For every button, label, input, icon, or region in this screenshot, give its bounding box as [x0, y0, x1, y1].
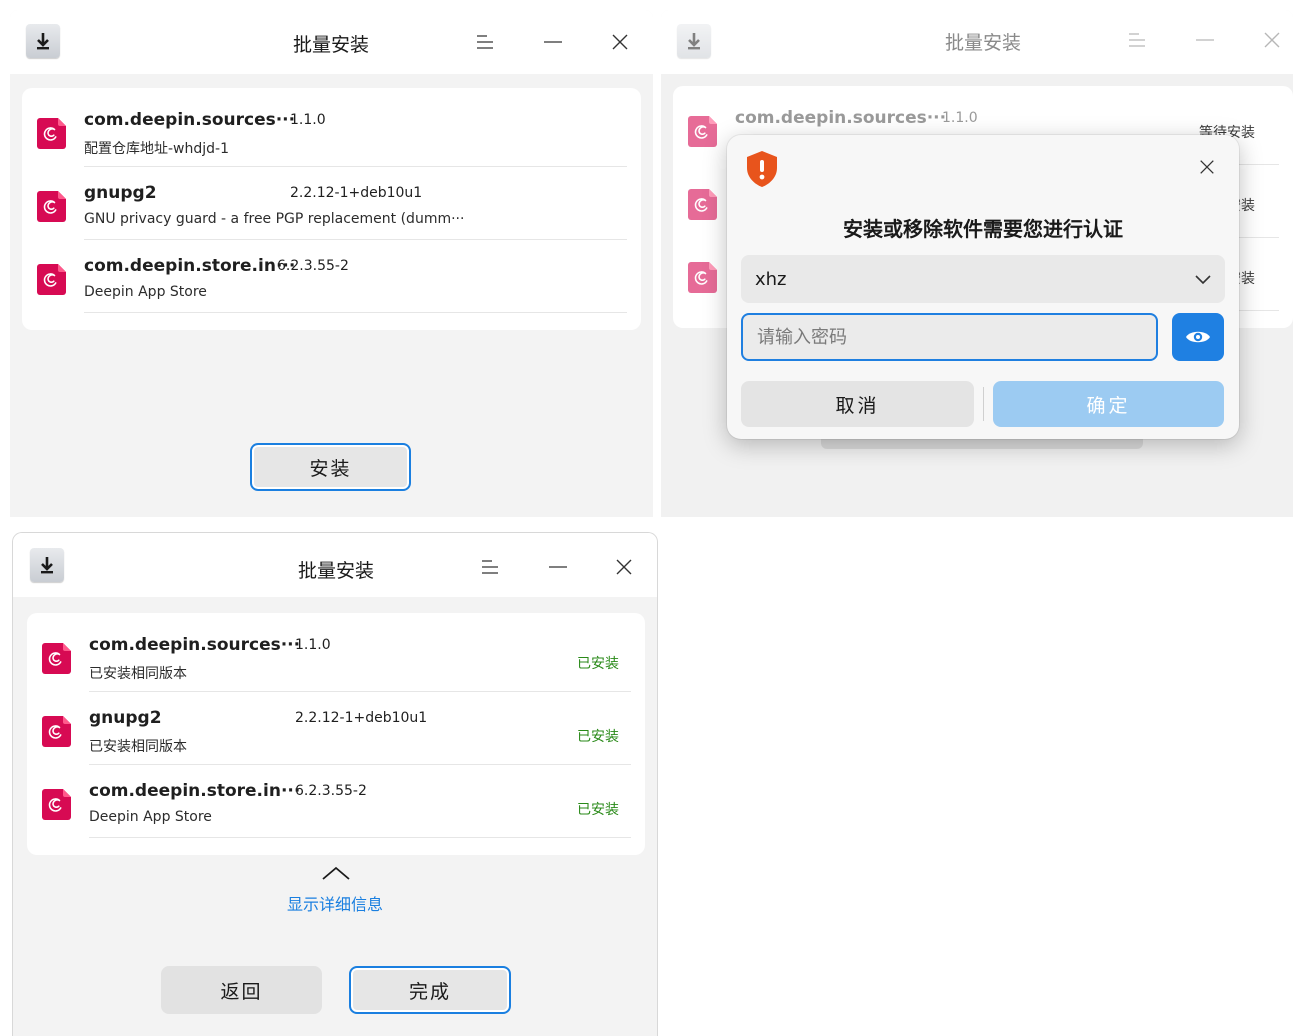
package-name: com.deepin.store.in···: [84, 256, 296, 276]
back-button[interactable]: 返回: [161, 966, 322, 1014]
show-details-link[interactable]: 显示详细信息: [13, 891, 657, 915]
deb-installer-app-icon: [677, 24, 711, 58]
deb-package-icon: [41, 787, 73, 821]
deb-package-icon: [687, 187, 719, 221]
minimize-icon[interactable]: [1187, 22, 1223, 58]
installed-status: 已安装: [577, 656, 619, 672]
package-description: 已安装相同版本: [89, 666, 187, 682]
window-title: 批量安装: [292, 34, 369, 56]
installed-status: 已安装: [577, 802, 619, 818]
divider: [89, 837, 631, 838]
deb-package-icon: [41, 641, 73, 675]
menu-icon[interactable]: [472, 549, 508, 585]
package-list: com.deepin.sources··· 1.1.0 配置仓库地址-whdjd…: [22, 88, 641, 330]
divider: [84, 312, 627, 313]
package-description: Deepin App Store: [89, 809, 212, 825]
password-input[interactable]: [741, 313, 1158, 361]
list-item[interactable]: com.deepin.sources··· 1.1.0 配置仓库地址-whdjd…: [22, 94, 641, 167]
package-description: Deepin App Store: [84, 284, 207, 300]
titlebar: 批量安装: [13, 533, 657, 597]
close-icon[interactable]: [1189, 149, 1225, 185]
done-button[interactable]: 完成: [349, 966, 511, 1014]
package-list: com.deepin.sources··· 1.1.0 已安装相同版本 已安装 …: [27, 613, 645, 855]
installed-status: 已安装: [577, 729, 619, 745]
list-item[interactable]: com.deepin.store.in··· 6.2.3.55-2 Deepin…: [22, 240, 641, 313]
deb-package-icon: [36, 189, 68, 223]
minimize-icon[interactable]: [540, 549, 576, 585]
divider: [983, 387, 984, 421]
list-item[interactable]: gnupg2 2.2.12-1+deb10u1 GNU privacy guar…: [22, 167, 641, 240]
package-version: 6.2.3.55-2: [295, 783, 367, 799]
deb-package-icon: [36, 116, 68, 150]
list-item[interactable]: com.deepin.store.in··· 6.2.3.55-2 Deepin…: [27, 765, 645, 838]
package-version: 1.1.0: [290, 112, 326, 128]
show-password-icon[interactable]: [1172, 313, 1224, 361]
cancel-button[interactable]: 取消: [741, 381, 974, 427]
package-name: gnupg2: [89, 708, 162, 728]
package-name: com.deepin.store.in···: [89, 781, 301, 801]
list-item[interactable]: com.deepin.sources··· 1.1.0 已安装相同版本 已安装: [27, 619, 645, 692]
user-select[interactable]: xhz: [741, 255, 1225, 303]
package-description: 配置仓库地址-whdjd-1: [84, 141, 229, 157]
batch-install-window-done: 批量安装 com.deepin.sources··· 1.1.0 已安装相同版本…: [12, 532, 658, 1036]
minimize-icon[interactable]: [535, 24, 571, 60]
package-version: 2.2.12-1+deb10u1: [290, 185, 423, 201]
dialog-title: 安装或移除软件需要您进行认证: [843, 217, 1123, 241]
titlebar: 批量安装: [10, 10, 653, 74]
user-select-value: xhz: [755, 269, 787, 290]
package-version: 6.2.3.55-2: [277, 258, 349, 274]
deb-package-icon: [687, 260, 719, 294]
package-version: 1.1.0: [942, 110, 978, 126]
deb-package-icon: [41, 714, 73, 748]
package-version: 1.1.0: [295, 637, 331, 653]
auth-dialog: 安装或移除软件需要您进行认证 xhz 取消 确定: [727, 135, 1239, 439]
package-name: com.deepin.sources···: [735, 108, 947, 128]
close-icon[interactable]: [602, 24, 638, 60]
deb-package-icon: [36, 262, 68, 296]
confirm-button[interactable]: 确定: [993, 381, 1224, 427]
deb-installer-app-icon: [30, 548, 64, 582]
titlebar: 批量安装: [661, 10, 1293, 74]
menu-icon[interactable]: [467, 24, 503, 60]
chevron-up-icon: [322, 866, 350, 880]
deb-package-icon: [687, 114, 719, 148]
list-item[interactable]: gnupg2 2.2.12-1+deb10u1 已安装相同版本 已安装: [27, 692, 645, 765]
package-name: com.deepin.sources···: [89, 635, 301, 655]
package-name: gnupg2: [84, 183, 157, 203]
window-title: 批量安装: [944, 32, 1021, 54]
package-description: GNU privacy guard - a free PGP replaceme…: [84, 211, 465, 227]
package-description: 已安装相同版本: [89, 739, 187, 755]
package-name: com.deepin.sources···: [84, 110, 296, 130]
close-icon[interactable]: [606, 549, 642, 585]
package-version: 2.2.12-1+deb10u1: [295, 710, 428, 726]
menu-icon[interactable]: [1119, 22, 1155, 58]
shield-warning-icon: [747, 151, 777, 187]
chevron-down-icon: [1195, 275, 1211, 285]
close-icon[interactable]: [1254, 22, 1290, 58]
install-button[interactable]: 安装: [250, 443, 411, 491]
batch-install-window-auth: 批量安装 com.deepin.sources··· 1.1.0 等待安装 安装…: [661, 10, 1293, 517]
deb-installer-app-icon: [26, 24, 60, 58]
batch-install-window-initial: 批量安装 com.deepin.sources··· 1.1.0 配置仓库地址-…: [10, 10, 653, 517]
window-title: 批量安装: [297, 560, 374, 582]
